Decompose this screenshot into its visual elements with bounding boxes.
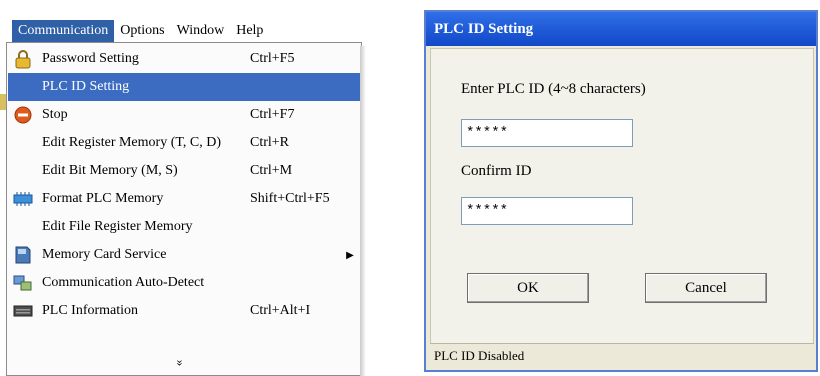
menu-item-shortcut: Shift+Ctrl+F5 (250, 191, 330, 206)
menu-item-label: Communication Auto-Detect (42, 275, 205, 290)
plc-info-icon (12, 300, 34, 322)
menu-panel: Password Setting Ctrl+F5 PLC ID Setting … (6, 42, 362, 376)
confirm-id-label: Confirm ID (461, 163, 532, 179)
menubar-help[interactable]: Help (230, 20, 269, 42)
menu-item-shortcut: Ctrl+F7 (250, 107, 295, 122)
menu-item-shortcut: Ctrl+R (250, 135, 290, 150)
menu-item-communication-auto-detect[interactable]: Communication Auto-Detect (8, 269, 360, 297)
dialog-titlebar[interactable]: PLC ID Setting (426, 12, 816, 46)
menu-item-label: Format PLC Memory (42, 191, 164, 206)
menu-item-plc-id-setting[interactable]: PLC ID Setting (8, 73, 360, 101)
menu-item-label: Stop (42, 107, 68, 122)
ok-button[interactable]: OK (467, 273, 589, 303)
confirm-id-input[interactable]: ***** (461, 197, 633, 225)
plc-id-input[interactable]: ***** (461, 119, 633, 147)
menu-item-label: PLC ID Setting (42, 79, 130, 94)
stop-icon (12, 104, 34, 126)
enter-plc-id-label: Enter PLC ID (4~8 characters) (461, 81, 646, 97)
menu-item-password-setting[interactable]: Password Setting Ctrl+F5 (8, 45, 360, 73)
menubar-communication[interactable]: Communication (12, 20, 115, 42)
dialog-status-bar: PLC ID Disabled (430, 343, 814, 368)
menubar-options[interactable]: Options (114, 20, 170, 42)
dialog-title: PLC ID Setting (434, 20, 534, 37)
menu-item-memory-card-service[interactable]: Memory Card Service ▶ (8, 241, 360, 269)
menu-item-shortcut: Ctrl+M (250, 163, 293, 178)
lock-icon (12, 48, 34, 70)
menu-item-plc-information[interactable]: PLC Information Ctrl+Alt+I (8, 297, 360, 325)
plc-id-setting-dialog: PLC ID Setting Enter PLC ID (4~8 charact… (424, 10, 818, 372)
auto-detect-icon (12, 272, 34, 294)
menu-item-edit-register-memory[interactable]: Edit Register Memory (T, C, D) Ctrl+R (8, 129, 360, 157)
menu-item-label: Edit Register Memory (T, C, D) (42, 135, 221, 150)
menu-shadow (360, 46, 366, 376)
menu-item-stop[interactable]: Stop Ctrl+F7 (8, 101, 360, 129)
clipped-heading (0, 0, 820, 8)
submenu-arrow-icon: ▶ (346, 249, 354, 261)
format-memory-icon (12, 188, 34, 210)
expand-menu-chevron-icon[interactable]: » (172, 360, 188, 367)
menu-item-label: Password Setting (42, 51, 139, 66)
menubar: Communication Options Window Help (12, 20, 366, 42)
menu-item-edit-bit-memory[interactable]: Edit Bit Memory (M, S) Ctrl+M (8, 157, 360, 185)
menu-item-label: Edit Bit Memory (M, S) (42, 163, 178, 178)
menubar-window[interactable]: Window (171, 20, 231, 42)
communication-menu: Communication Options Window Help Passwo… (0, 8, 366, 376)
memory-card-icon (12, 244, 34, 266)
menu-item-edit-file-register-memory[interactable]: Edit File Register Memory (8, 213, 360, 241)
menu-item-label: Memory Card Service (42, 247, 167, 262)
menu-item-shortcut: Ctrl+F5 (250, 51, 295, 66)
dialog-body: Enter PLC ID (4~8 characters) ***** Conf… (430, 48, 814, 344)
menu-item-label: PLC Information (42, 303, 139, 318)
cancel-button[interactable]: Cancel (645, 273, 767, 303)
status-text: PLC ID Disabled (434, 348, 525, 363)
menu-item-format-plc-memory[interactable]: Format PLC Memory Shift+Ctrl+F5 (8, 185, 360, 213)
menu-item-shortcut: Ctrl+Alt+I (250, 303, 311, 318)
menu-item-label: Edit File Register Memory (42, 219, 193, 234)
